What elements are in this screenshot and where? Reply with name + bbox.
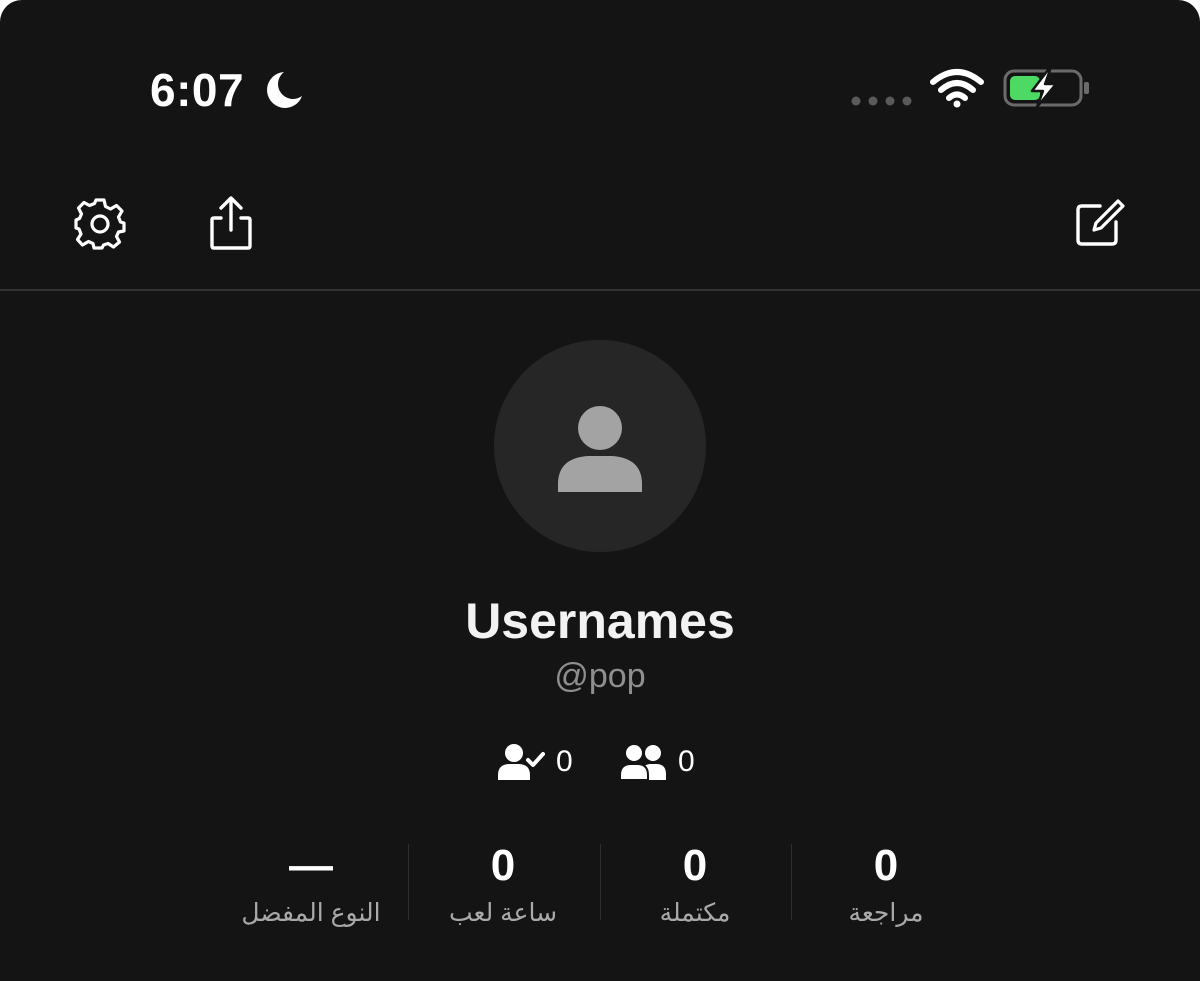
- stat-label: مكتملة: [659, 899, 731, 927]
- stat-favorite-genre[interactable]: — النوع المفضل: [216, 842, 406, 932]
- edit-icon[interactable]: [1070, 196, 1126, 250]
- stat-label: ساعة لعب: [448, 899, 558, 927]
- cellular-signal-icon: [851, 96, 912, 106]
- battery-charging-icon: [1003, 68, 1089, 108]
- user-check-icon: [498, 744, 545, 780]
- wifi-icon: [930, 69, 984, 108]
- stat-divider: [600, 844, 601, 920]
- avatar[interactable]: [494, 340, 706, 552]
- stat-play-hours[interactable]: 0 ساعة لعب: [408, 842, 598, 932]
- followers-count: 0: [678, 745, 695, 778]
- stat-completed[interactable]: 0 مكتملة: [600, 842, 790, 932]
- display-name: Usernames: [465, 593, 735, 649]
- stat-value: —: [289, 841, 333, 890]
- stat-value: 0: [682, 841, 708, 890]
- stat-label: النوع المفضل: [241, 899, 381, 927]
- following-counter[interactable]: 0: [498, 740, 573, 784]
- stat-label: مراجعة: [848, 899, 924, 927]
- share-icon[interactable]: [204, 194, 258, 252]
- stat-value: 0: [873, 841, 899, 890]
- status-time: 6:07: [150, 64, 245, 116]
- following-count: 0: [556, 745, 573, 778]
- stat-value: 0: [490, 841, 516, 890]
- toolbar-divider: [0, 289, 1200, 291]
- stat-divider: [791, 844, 792, 920]
- users-icon: [620, 743, 666, 781]
- gear-icon[interactable]: [72, 196, 128, 252]
- stat-divider: [408, 844, 409, 920]
- person-placeholder-icon: [558, 406, 642, 492]
- stat-reviews[interactable]: 0 مراجعة: [791, 842, 981, 932]
- followers-counter[interactable]: 0: [620, 740, 695, 784]
- moon-icon: [267, 72, 302, 108]
- username-handle: @pop: [554, 657, 646, 695]
- profile-screen: 6:07 Usernames @pop 0 0 0 مراجعة 0 مكتمل…: [0, 0, 1200, 981]
